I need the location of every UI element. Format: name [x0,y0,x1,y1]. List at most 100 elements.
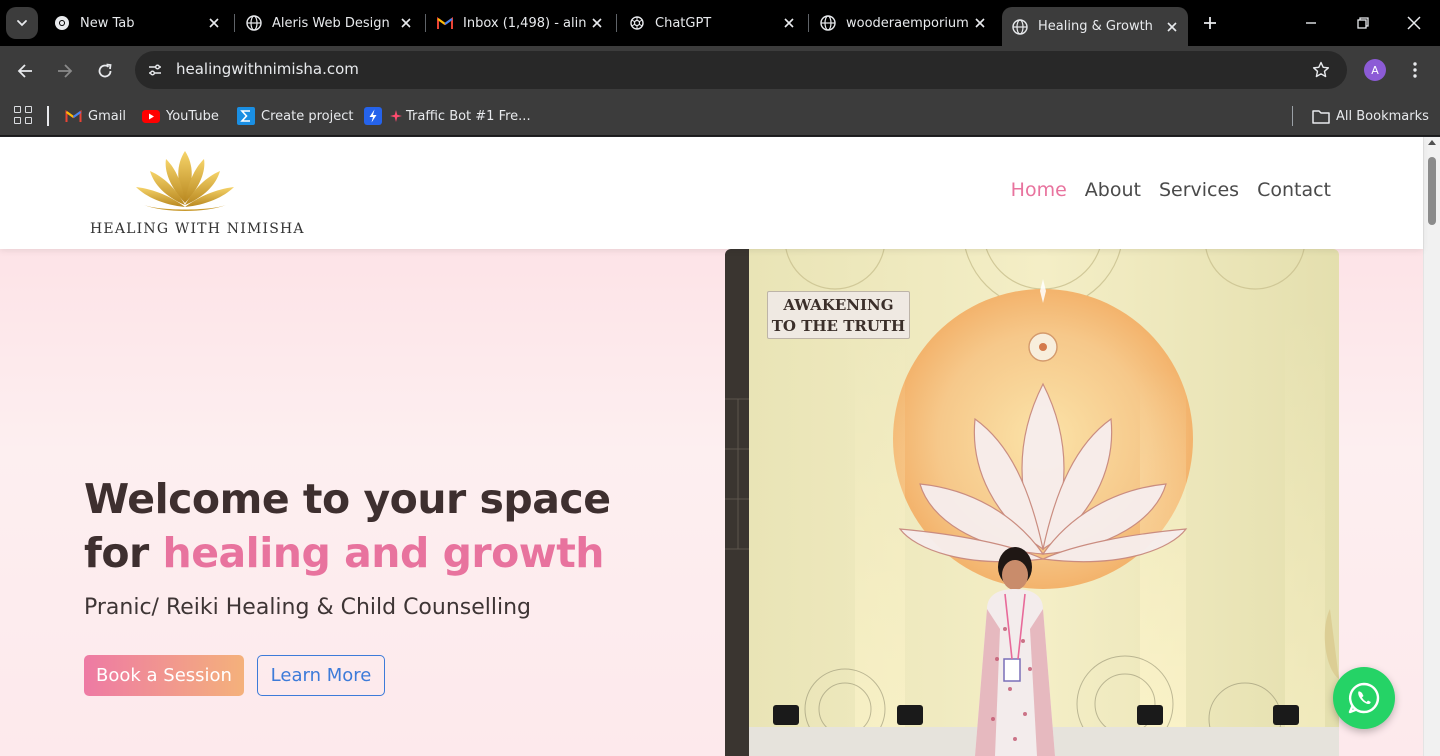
sigma-icon [237,107,255,125]
bookmark-label: YouTube [166,108,219,124]
tab-aleris[interactable]: Aleris Web Design [236,8,422,38]
tab-separator [234,14,235,32]
close-icon[interactable] [970,13,990,33]
close-icon[interactable] [1162,17,1182,37]
profile-initial: A [1371,63,1379,77]
lotus-logo-icon [136,151,234,211]
page-viewport: HEALING WITH NIMISHA Home About Services… [0,137,1440,756]
photo-banner-line1: AWAKENING [783,296,894,314]
reload-button[interactable] [91,57,119,85]
bookmark-traffic-bot[interactable]: Traffic Bot #1 Fre... [390,104,531,128]
restore-button[interactable] [1348,8,1378,38]
minimize-button[interactable] [1296,8,1326,38]
close-icon[interactable] [396,13,416,33]
tab-title: Aleris Web Design [272,15,390,31]
nav-home[interactable]: Home [1011,179,1067,201]
spark-icon [390,107,402,125]
main-nav: Home About Services Contact [993,179,1331,201]
restore-icon [1357,17,1369,29]
hero-title-for: for [84,529,149,577]
page-scrollbar[interactable] [1423,137,1440,756]
nav-about[interactable]: About [1085,179,1141,201]
nav-services[interactable]: Services [1159,179,1239,201]
plus-icon [1204,17,1216,29]
more-menu-icon[interactable] [1405,59,1425,81]
close-icon [1407,16,1421,30]
photo-banner-line2: TO THE TRUTH [771,317,906,335]
scrollbar-thumb[interactable] [1428,157,1436,225]
tab-wooderaemporium[interactable]: wooderaemporium [810,8,996,38]
url-text: healingwithnimisha.com [176,60,359,78]
bookmarks-bar: Gmail YouTube Create project Traffic Bot… [0,96,1440,136]
photo-banner: AWAKENING TO THE TRUTH [767,291,910,339]
apps-grid-icon[interactable] [13,105,33,125]
openai-icon [629,15,645,31]
address-bar[interactable]: healingwithnimisha.com [135,51,1347,89]
browser-toolbar: healingwithnimisha.com A [0,46,1440,96]
tab-separator [425,14,426,32]
chrome-icon [54,15,70,31]
nav-contact[interactable]: Contact [1257,179,1331,201]
bookmark-bolt[interactable] [364,104,388,128]
tab-title: New Tab [80,15,135,31]
new-tab-button[interactable] [1198,11,1222,35]
tab-gmail-inbox[interactable]: Inbox (1,498) - alin [427,8,613,38]
tab-separator [808,14,809,32]
hero-title-accent: healing and growth [162,529,605,577]
close-icon[interactable] [587,13,607,33]
tab-search-button[interactable] [6,7,38,39]
bolt-icon [364,107,382,125]
bookmark-separator [1292,106,1293,126]
site-logo[interactable]: HEALING WITH NIMISHA [90,147,305,242]
tab-title: Inbox (1,498) - alin [463,15,587,31]
bookmark-separator [47,106,49,126]
site-header: HEALING WITH NIMISHA Home About Services… [0,137,1423,249]
hero-title-line1: Welcome to your space [84,475,611,523]
tab-title: ChatGPT [655,15,712,31]
bookmark-star-icon[interactable] [1311,60,1331,80]
bookmark-label: Traffic Bot #1 Fre... [406,108,531,124]
hero-section: Welcome to your space for healing and gr… [0,249,1423,756]
bookmark-gmail[interactable]: Gmail [64,104,126,128]
arrow-right-icon [58,64,73,78]
bookmark-label: Gmail [88,108,126,124]
profile-avatar[interactable]: A [1364,59,1386,81]
hero-title: Welcome to your space for healing and gr… [84,472,684,580]
gmail-icon [64,107,82,125]
learn-more-button[interactable]: Learn More [257,655,385,696]
folder-icon [1312,107,1330,125]
close-icon[interactable] [204,13,224,33]
tab-separator [616,14,617,32]
close-window-button[interactable] [1399,8,1429,38]
site-info-icon[interactable] [143,58,167,82]
bookmark-label: Create project [261,108,354,124]
tab-strip: New Tab Aleris Web Design Inbox (1,498) … [0,0,1440,46]
globe-icon [1012,18,1028,35]
chevron-down-icon [17,20,27,27]
logo-text: HEALING WITH NIMISHA [90,221,305,237]
hero-subtitle: Pranic/ Reiki Healing & Child Counsellin… [84,595,532,620]
close-icon[interactable] [779,13,799,33]
tab-title: Healing & Growth [1038,19,1153,34]
forward-button[interactable] [51,57,79,85]
scroll-up-arrow-icon[interactable] [1428,140,1436,145]
all-bookmarks-button[interactable]: All Bookmarks [1312,104,1429,128]
arrow-left-icon [17,64,32,78]
whatsapp-icon [1348,682,1380,714]
minimize-icon [1306,22,1316,24]
tab-chatgpt[interactable]: ChatGPT [619,8,805,38]
book-session-button[interactable]: Book a Session [84,655,244,696]
globe-icon [820,15,836,31]
gmail-icon [437,15,453,31]
all-bookmarks-label: All Bookmarks [1336,108,1429,124]
youtube-icon [142,107,160,125]
bookmark-youtube[interactable]: YouTube [142,104,219,128]
bookmark-create-project[interactable]: Create project [237,104,353,128]
back-button[interactable] [11,57,39,85]
globe-icon [246,15,262,31]
hero-photo: AWAKENING TO THE TRUTH [725,249,1339,756]
reload-icon [98,63,112,78]
tab-healing-growth[interactable]: Healing & Growth [1002,7,1188,46]
tab-new-tab[interactable]: New Tab [44,8,230,38]
whatsapp-button[interactable] [1333,667,1395,729]
